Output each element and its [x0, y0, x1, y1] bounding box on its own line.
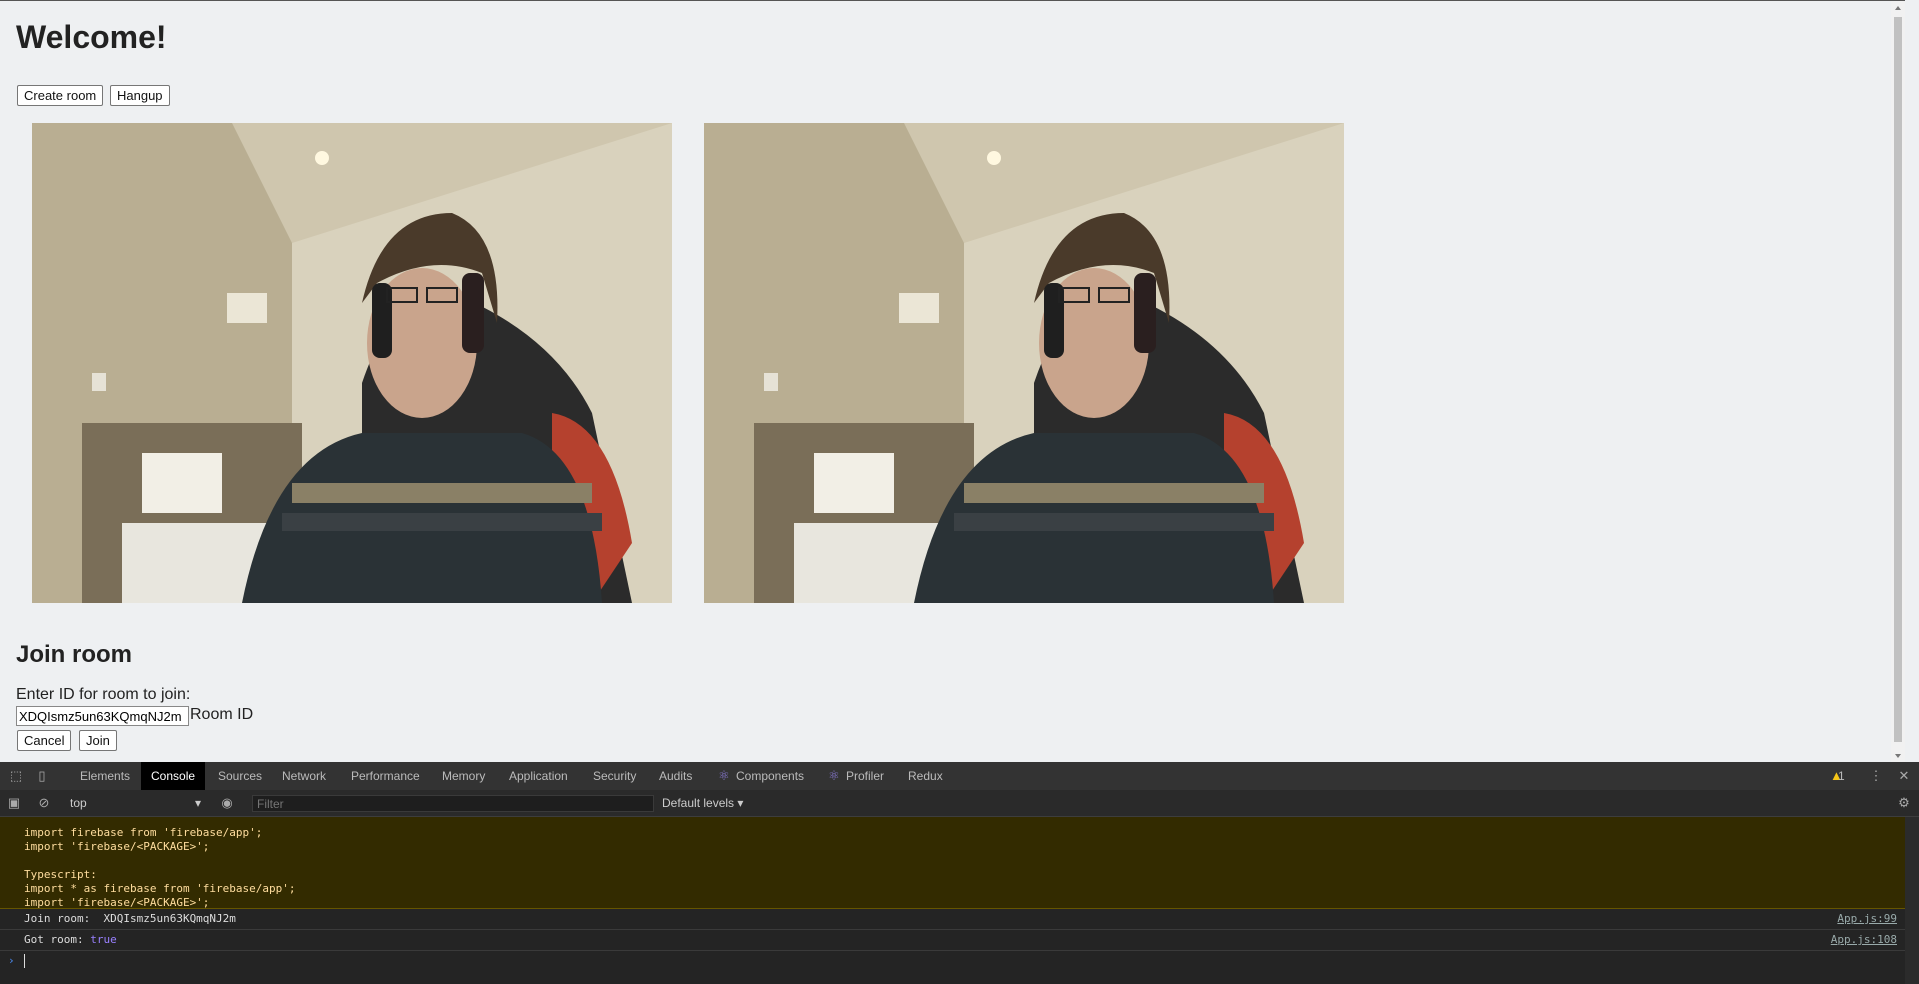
sidebar-toggle-icon[interactable]: ▣ [6, 795, 22, 811]
log-levels-select[interactable]: Default levels ▾ [662, 794, 743, 812]
inspect-element-icon[interactable]: ⬚ [8, 768, 24, 784]
tab-network[interactable]: Network [272, 762, 336, 790]
console-settings-gear-icon[interactable]: ⚙ [1896, 795, 1912, 811]
console-toolbar: ▣ ⊘ top ▾ ◉ Default levels ▾ ⚙ [0, 790, 1919, 817]
tab-sources[interactable]: Sources [208, 762, 272, 790]
log-source-link[interactable]: App.js:99 [1837, 912, 1897, 925]
log-message: Join room: XDQIsmz5un63KQmqNJ2m [24, 912, 236, 925]
cancel-button[interactable]: Cancel [17, 730, 72, 751]
console-filter-input[interactable] [252, 795, 654, 812]
room-id-input[interactable] [16, 706, 189, 726]
page-title: Welcome! [16, 19, 167, 55]
local-video [32, 123, 672, 603]
log-levels-label: Default levels [662, 796, 735, 810]
web-page: Welcome! Create room Hangup Join room En… [0, 0, 1905, 763]
warning-line: import firebase from 'firebase/app'; [24, 826, 263, 839]
clear-console-icon[interactable]: ⊘ [36, 795, 52, 811]
device-toolbar-icon[interactable]: ▯ [34, 768, 50, 784]
scroll-down-arrow-icon[interactable] [1895, 754, 1901, 758]
text-cursor [24, 954, 25, 968]
create-room-button[interactable]: Create room [17, 85, 104, 106]
page-scrollbar[interactable] [1891, 1, 1905, 763]
dropdown-arrow-icon: ▾ [737, 796, 744, 810]
close-devtools-icon[interactable]: ✕ [1896, 768, 1912, 784]
tab-performance[interactable]: Performance [341, 762, 430, 790]
warning-line: import * as firebase from 'firebase/app'… [24, 882, 296, 895]
devtools-tab-bar: ⬚ ▯ Elements Console Sources Network Per… [0, 762, 1919, 791]
context-select[interactable]: top ▾ [66, 794, 205, 812]
tab-redux[interactable]: Redux [898, 762, 953, 790]
tab-components[interactable]: Components [726, 762, 814, 790]
log-source-link[interactable]: App.js:108 [1831, 933, 1897, 946]
tab-audits[interactable]: Audits [649, 762, 702, 790]
prompt-chevron-icon: › [8, 954, 15, 967]
join-room-heading: Join room [16, 641, 133, 668]
log-text: Got room: [24, 933, 91, 946]
console-prompt[interactable]: › [0, 951, 1905, 971]
console-scrollbar[interactable] [1905, 817, 1919, 984]
console-log-row: Join room: XDQIsmz5un63KQmqNJ2m App.js:9… [0, 909, 1905, 930]
warning-line: import 'firebase/<PACKAGE>'; [24, 896, 210, 909]
tab-security[interactable]: Security [583, 762, 646, 790]
live-expression-eye-icon[interactable]: ◉ [219, 795, 235, 811]
local-video-frame [32, 123, 672, 603]
devtools-panel: ⬚ ▯ Elements Console Sources Network Per… [0, 762, 1919, 984]
remote-video [704, 123, 1344, 603]
log-value: true [90, 933, 117, 946]
scrollbar-thumb[interactable] [1894, 17, 1902, 742]
tab-console[interactable]: Console [141, 762, 206, 790]
join-button[interactable]: Join [79, 730, 117, 751]
tab-profiler[interactable]: Profiler [836, 762, 894, 790]
tab-application[interactable]: Application [499, 762, 578, 790]
more-options-icon[interactable]: ⋮ [1868, 768, 1884, 784]
console-output: import firebase from 'firebase/app'; imp… [0, 817, 1905, 984]
log-message: Got room: true [24, 933, 117, 946]
tab-memory[interactable]: Memory [432, 762, 495, 790]
join-prompt: Enter ID for room to join: [16, 686, 191, 703]
room-id-label: Room ID [190, 706, 254, 723]
warning-count[interactable]: 1 [1834, 762, 1849, 790]
console-warning-message: import firebase from 'firebase/app'; imp… [0, 817, 1905, 909]
context-value: top [70, 796, 87, 810]
console-log-row: Got room: true App.js:108 [0, 930, 1905, 951]
scroll-up-arrow-icon[interactable] [1895, 6, 1901, 10]
warning-line: import 'firebase/<PACKAGE>'; [24, 840, 210, 853]
remote-video-frame [704, 123, 1344, 603]
tab-elements[interactable]: Elements [70, 762, 140, 790]
dropdown-arrow-icon: ▾ [194, 796, 201, 810]
hangup-button[interactable]: Hangup [110, 85, 170, 106]
warning-line: Typescript: [24, 868, 97, 881]
